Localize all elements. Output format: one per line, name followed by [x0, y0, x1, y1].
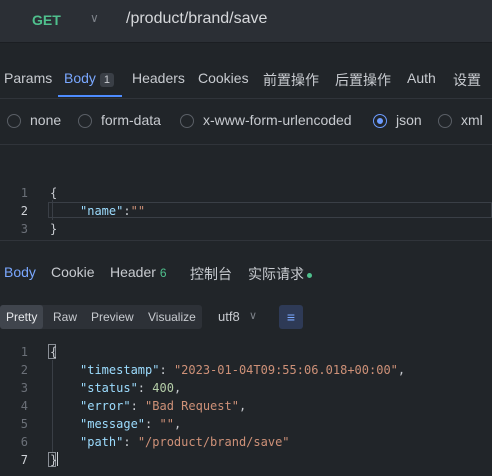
indent-guide [52, 360, 53, 452]
line-number: 3 [20, 222, 28, 236]
line-number: 1 [20, 186, 28, 200]
text-cursor [57, 452, 58, 466]
radio-form-data-label[interactable]: form-data [101, 112, 161, 128]
line-number: 1 [20, 345, 28, 359]
line-number: 7 [20, 453, 28, 467]
radio-xml[interactable] [438, 114, 452, 128]
radio-urlencoded-label[interactable]: x-www-form-urlencoded [203, 112, 352, 128]
tab-response-header[interactable]: Header 6 [110, 264, 167, 280]
divider [0, 144, 492, 145]
chevron-down-icon[interactable]: ∨ [249, 309, 257, 322]
tab-auth[interactable]: Auth [407, 70, 436, 86]
line-number: 4 [20, 399, 28, 413]
response-tabs: Body Cookie Header 6 控制台 实际请求 [0, 262, 492, 284]
tab-response-cookie[interactable]: Cookie [51, 264, 95, 280]
request-tabs: Params Body 1 Headers Cookies 前置操作 后置操作 A… [0, 62, 492, 99]
radio-json[interactable] [373, 114, 387, 128]
url-bar: GET ∨ /product/brand/save [0, 0, 492, 43]
radio-none[interactable] [7, 114, 21, 128]
tab-actual-request[interactable]: 实际请求 [248, 264, 312, 284]
line-number: 3 [20, 381, 28, 395]
radio-none-label[interactable]: none [30, 112, 61, 128]
tab-settings[interactable]: 设置 [453, 70, 481, 90]
radio-form-data[interactable] [78, 114, 92, 128]
encoding-select[interactable]: utf8 [218, 309, 240, 324]
header-count: 6 [159, 266, 167, 280]
tab-cookies[interactable]: Cookies [198, 70, 249, 86]
tab-post-request[interactable]: 后置操作 [335, 70, 391, 90]
line-number: 6 [20, 435, 28, 449]
line-number: 5 [20, 417, 28, 431]
radio-xml-label[interactable]: xml [461, 112, 483, 128]
format-toggle: Pretty Raw Preview Visualize [0, 305, 202, 329]
word-wrap-icon[interactable]: ≡ [279, 305, 303, 329]
tab-headers[interactable]: Headers [132, 70, 185, 86]
code-line: "error": "Bad Request", [80, 399, 247, 413]
code-line: "message": "", [80, 417, 182, 431]
format-raw[interactable]: Raw [47, 305, 83, 329]
url-input[interactable]: /product/brand/save [126, 10, 267, 28]
method-select[interactable]: GET [32, 12, 61, 28]
code-line: } [50, 222, 58, 236]
code-line: "name":"" [80, 204, 146, 218]
radio-json-label[interactable]: json [396, 112, 422, 128]
body-type-group: none form-data x-www-form-urlencoded jso… [0, 108, 492, 136]
tab-body-count: 1 [99, 73, 115, 87]
code-line: "status": 400, [80, 381, 182, 395]
code-line: { [50, 345, 58, 359]
radio-urlencoded[interactable] [180, 114, 194, 128]
code-line: "path": "/product/brand/save" [80, 435, 290, 449]
format-pretty[interactable]: Pretty [0, 305, 44, 329]
line-number: 2 [20, 363, 28, 377]
chevron-down-icon[interactable]: ∨ [90, 11, 99, 25]
line-number: 2 [20, 204, 28, 218]
divider [0, 240, 492, 241]
tab-body[interactable]: Body 1 [64, 70, 115, 87]
status-dot [307, 272, 312, 278]
code-line: { [50, 186, 58, 200]
format-visualize[interactable]: Visualize [142, 305, 202, 329]
tab-params[interactable]: Params [4, 70, 52, 86]
format-preview[interactable]: Preview [85, 305, 140, 329]
tab-console[interactable]: 控制台 [190, 264, 232, 284]
tab-response-body[interactable]: Body [4, 264, 36, 280]
tab-pre-request[interactable]: 前置操作 [263, 70, 319, 90]
active-tab-indicator [58, 95, 122, 97]
indent-guide [52, 200, 53, 220]
code-line: "timestamp": "2023-01-04T09:55:06.018+00… [80, 363, 406, 377]
